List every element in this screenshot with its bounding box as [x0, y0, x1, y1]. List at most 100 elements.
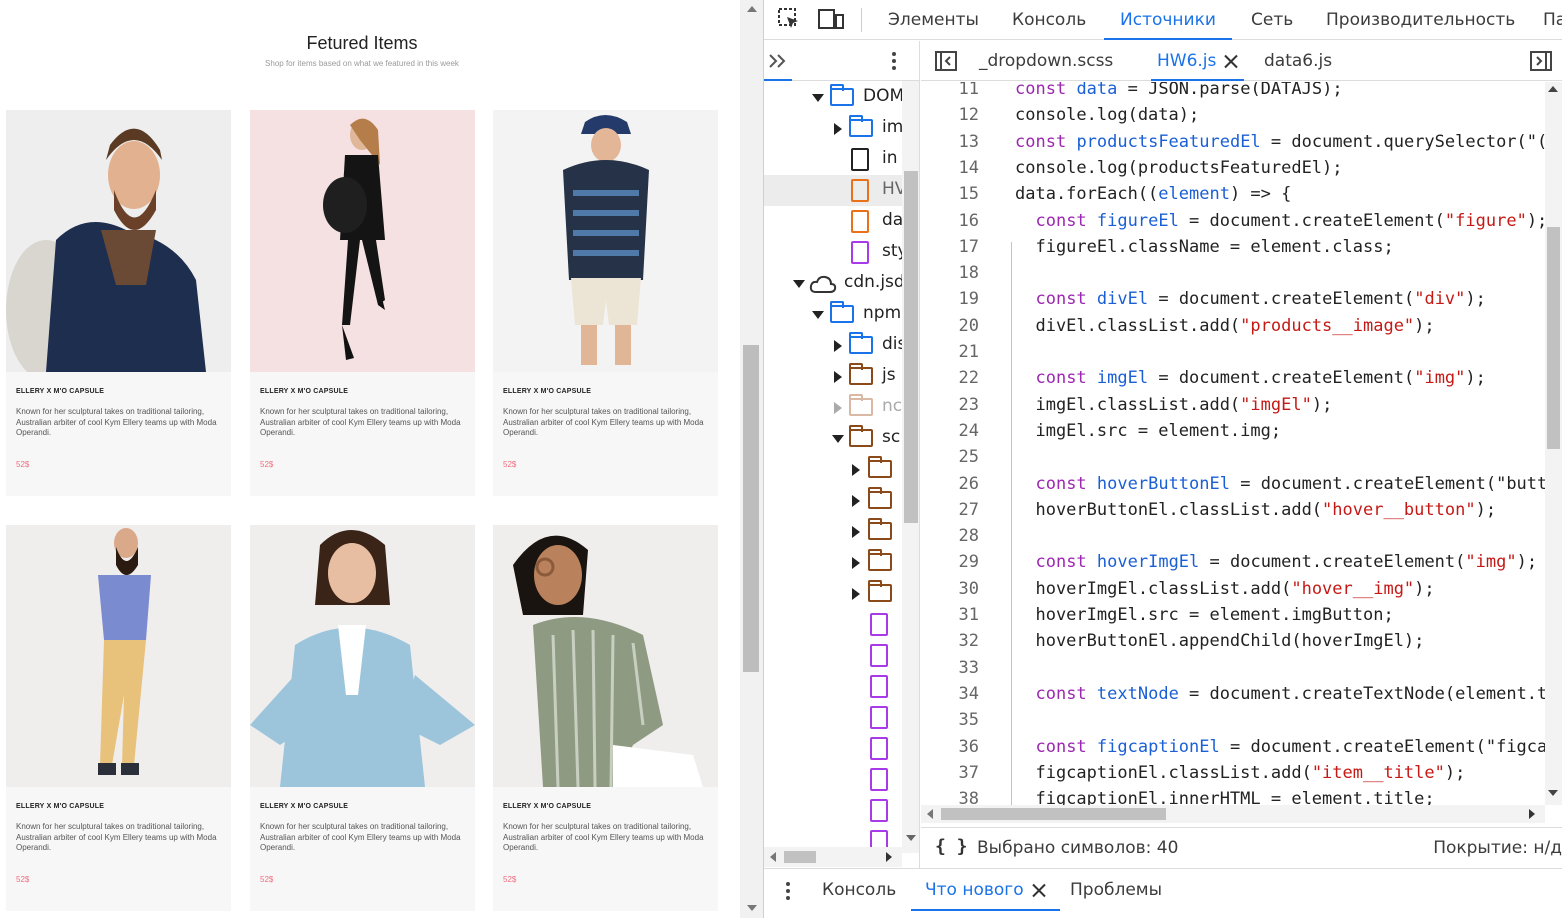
drawer-tab-console[interactable]: Консоль — [822, 869, 896, 911]
code-hscroll-thumb[interactable] — [941, 808, 1166, 820]
code-line[interactable]: 25 — [921, 444, 1545, 470]
scroll-right-icon[interactable] — [1529, 809, 1535, 819]
code-line[interactable]: 19 const divEl = document.createElement(… — [921, 286, 1545, 312]
code-line[interactable]: 11 const data = JSON.parse(DATAJS); — [921, 82, 1545, 102]
line-number[interactable]: 35 — [921, 707, 979, 733]
tree-folder-nc[interactable]: nc — [764, 392, 902, 423]
code-line[interactable]: 36 const figcaptionEl = document.createE… — [921, 734, 1545, 760]
line-number[interactable]: 15 — [921, 181, 979, 207]
device-toolbar-icon[interactable] — [818, 8, 844, 30]
product-card[interactable]: ELLERY X M'O CAPSULE Known for her sculp… — [6, 525, 231, 911]
file-tab-dropdown-scss[interactable]: _dropdown.scss — [979, 41, 1113, 81]
tree-file-style[interactable]: sty — [764, 237, 902, 268]
line-number[interactable]: 22 — [921, 365, 979, 391]
line-number[interactable]: 26 — [921, 471, 979, 497]
line-number[interactable]: 16 — [921, 208, 979, 234]
tree-file[interactable] — [764, 671, 902, 702]
line-number[interactable]: 12 — [921, 102, 979, 128]
scroll-down-icon[interactable] — [747, 905, 757, 911]
code-line[interactable]: 28 — [921, 523, 1545, 549]
tab-performance[interactable]: Производительность — [1326, 0, 1515, 40]
tree-folder-dom[interactable]: DOM — [764, 82, 902, 113]
line-number[interactable]: 31 — [921, 602, 979, 628]
line-number[interactable]: 28 — [921, 523, 979, 549]
code-scrollbar-thumb[interactable] — [1547, 227, 1560, 449]
tree-file-hw6[interactable]: HV — [764, 175, 902, 206]
code-line[interactable]: 37 figcaptionEl.classList.add("item__tit… — [921, 760, 1545, 786]
code-line[interactable]: 13 const productsFeaturedEl = document.qu… — [921, 129, 1545, 155]
line-number[interactable]: 27 — [921, 497, 979, 523]
tree-folder[interactable] — [764, 485, 902, 516]
woman-blue-blazer-photo[interactable] — [250, 525, 475, 787]
tree-file[interactable] — [764, 733, 902, 764]
code-line[interactable]: 26 const hoverButtonEl = document.create… — [921, 471, 1545, 497]
code-horizontal-scrollbar[interactable] — [921, 805, 1545, 823]
man-yellow-pants-photo[interactable] — [6, 525, 231, 787]
code-line[interactable]: 30 hoverImgEl.classList.add("hover__img"… — [921, 576, 1545, 602]
line-number[interactable]: 18 — [921, 260, 979, 286]
toggle-navigator-icon[interactable] — [935, 51, 957, 75]
scroll-left-icon[interactable] — [770, 852, 776, 862]
line-number[interactable]: 29 — [921, 549, 979, 575]
tree-file[interactable] — [764, 795, 902, 826]
man-striped-hoodie-photo[interactable] — [493, 110, 718, 372]
tree-folder[interactable] — [764, 547, 902, 578]
line-number[interactable]: 11 — [921, 82, 979, 102]
scroll-left-icon[interactable] — [927, 809, 933, 819]
inspect-element-icon[interactable] — [778, 8, 800, 30]
file-tab-data6-js[interactable]: data6.js — [1264, 41, 1332, 81]
line-number[interactable]: 19 — [921, 286, 979, 312]
code-line[interactable]: 21 — [921, 339, 1545, 365]
line-number[interactable]: 34 — [921, 681, 979, 707]
code-line[interactable]: 17 figureEl.className = element.class; — [921, 234, 1545, 260]
tree-domain-cdn[interactable]: cdn.jsd — [764, 268, 902, 299]
product-card[interactable]: ELLERY X M'O CAPSULE Known for her sculp… — [493, 525, 718, 911]
product-card[interactable]: ELLERY X M'O CAPSULE Known for her sculp… — [250, 525, 475, 911]
scroll-up-icon[interactable] — [747, 6, 757, 12]
tree-file[interactable] — [764, 702, 902, 733]
page-scrollbar[interactable] — [740, 0, 764, 918]
code-line[interactable]: 34 const textNode = document.createTextN… — [921, 681, 1545, 707]
tree-folder[interactable] — [764, 454, 902, 485]
code-line[interactable]: 18 — [921, 260, 1545, 286]
line-number[interactable]: 37 — [921, 760, 979, 786]
page-scrollbar-thumb[interactable] — [743, 345, 759, 672]
tree-folder-sc[interactable]: sc — [764, 423, 902, 454]
tree-file[interactable] — [764, 609, 902, 640]
tab-console[interactable]: Консоль — [1012, 0, 1086, 40]
line-number[interactable]: 25 — [921, 444, 979, 470]
drawer-menu-icon[interactable] — [786, 881, 790, 905]
tree-folder-js[interactable]: js — [764, 361, 902, 392]
navigator-menu-icon[interactable] — [892, 51, 896, 71]
code-line[interactable]: 16 const figureEl = document.createEleme… — [921, 208, 1545, 234]
woman-black-outfit-photo[interactable] — [250, 110, 475, 372]
tree-file-index[interactable]: in — [764, 144, 902, 175]
tree-folder[interactable] — [764, 516, 902, 547]
scroll-right-icon[interactable] — [886, 852, 892, 862]
code-view[interactable]: 11 const data = JSON.parse(DATAJS); 12 cons… — [921, 82, 1545, 805]
more-tabs-icon[interactable] — [768, 53, 788, 74]
line-number[interactable]: 23 — [921, 392, 979, 418]
navigator-horizontal-scrollbar[interactable] — [764, 847, 902, 867]
line-number[interactable]: 30 — [921, 576, 979, 602]
tree-folder-dist[interactable]: dis — [764, 330, 902, 361]
line-number[interactable]: 20 — [921, 313, 979, 339]
close-tab-icon[interactable] — [1224, 54, 1238, 68]
line-number[interactable]: 14 — [921, 155, 979, 181]
code-scrollbar[interactable] — [1545, 82, 1562, 805]
code-line[interactable]: 14 console.log(productsFeaturedEl); — [921, 155, 1545, 181]
pretty-print-icon[interactable]: { } — [935, 836, 968, 857]
code-line[interactable]: 23 imgEl.classList.add("imgEl"); — [921, 392, 1545, 418]
tree-file-data6[interactable]: da — [764, 206, 902, 237]
navigator-scrollbar-thumb[interactable] — [904, 171, 918, 523]
man-backpack-photo[interactable] — [6, 110, 231, 372]
product-card[interactable]: ELLERY X M'O CAPSULE Known for her sculp… — [250, 110, 475, 496]
tree-folder-npm[interactable]: npm — [764, 299, 902, 330]
navigator-hscroll-thumb[interactable] — [784, 851, 816, 863]
tree-folder[interactable] — [764, 578, 902, 609]
line-number[interactable]: 38 — [921, 786, 979, 805]
tree-file[interactable] — [764, 826, 902, 847]
line-number[interactable]: 13 — [921, 129, 979, 155]
line-number[interactable]: 24 — [921, 418, 979, 444]
code-line[interactable]: 32 hoverButtonEl.appendChild(hoverImgEl)… — [921, 628, 1545, 654]
